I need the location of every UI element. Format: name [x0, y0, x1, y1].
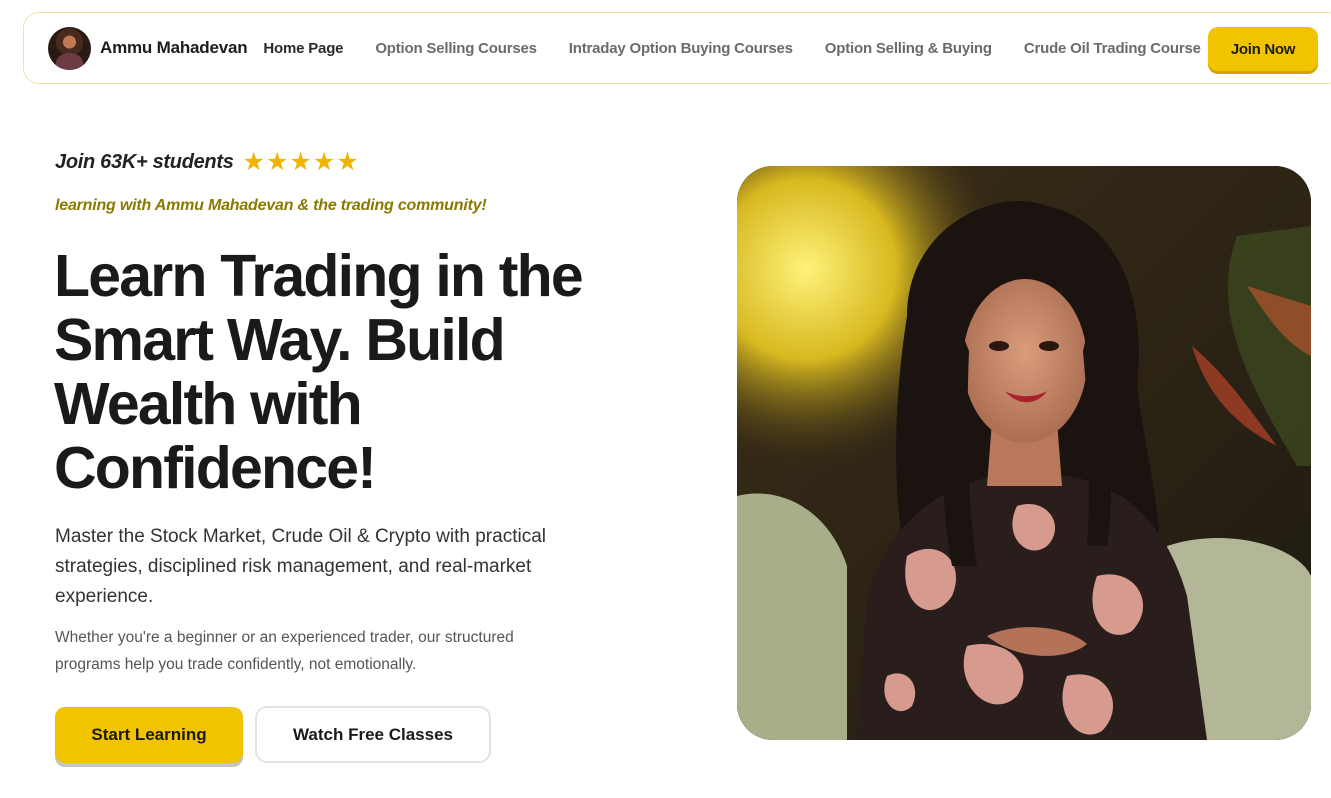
start-learning-button[interactable]: Start Learning — [55, 707, 243, 763]
star-icon: ★ — [312, 148, 336, 176]
hero-photo — [737, 166, 1311, 740]
hero-description-small: Whether you're a beginner or an experien… — [55, 629, 514, 673]
star-icon: ★ — [265, 148, 289, 176]
hero-description: Master the Stock Market, Crude Oil & Cry… — [55, 526, 546, 607]
nav-link-option-selling[interactable]: Option Selling Courses — [375, 40, 537, 57]
watch-free-classes-button[interactable]: Watch Free Classes — [255, 706, 491, 763]
community-subline: learning with Ammu Mahadevan & the tradi… — [55, 197, 487, 214]
star-icon: ★ — [336, 148, 359, 176]
brand-name: Ammu Mahadevan — [100, 38, 248, 57]
hero-portrait-illustration — [737, 166, 1311, 740]
join-students-line: Join 63K+ students ★ ★ ★ ★ ★ — [55, 148, 360, 176]
top-navbar: Ammu Mahadevan Home Page Option Selling … — [23, 12, 1331, 84]
star-icon: ★ — [242, 148, 265, 176]
join-students-text: Join 63K+ students — [55, 150, 234, 173]
nav-link-home[interactable]: Home Page — [263, 40, 343, 57]
nav-link-selling-buying[interactable]: Option Selling & Buying — [825, 40, 992, 57]
brand-avatar — [48, 26, 91, 70]
nav-link-crude-oil[interactable]: Crude Oil Trading Course — [1024, 40, 1201, 57]
star-icon: ★ — [289, 148, 312, 176]
nav-links: Home Page Option Selling Courses Intrada… — [263, 40, 1232, 57]
brand[interactable]: Ammu Mahadevan — [48, 26, 248, 70]
join-now-button[interactable]: Join Now — [1208, 27, 1318, 71]
hero-headline: Learn Trading in the Smart Way. Build We… — [54, 243, 584, 501]
nav-link-intraday-buying[interactable]: Intraday Option Buying Courses — [569, 40, 793, 57]
rating-stars: ★ ★ ★ ★ ★ — [243, 148, 360, 176]
